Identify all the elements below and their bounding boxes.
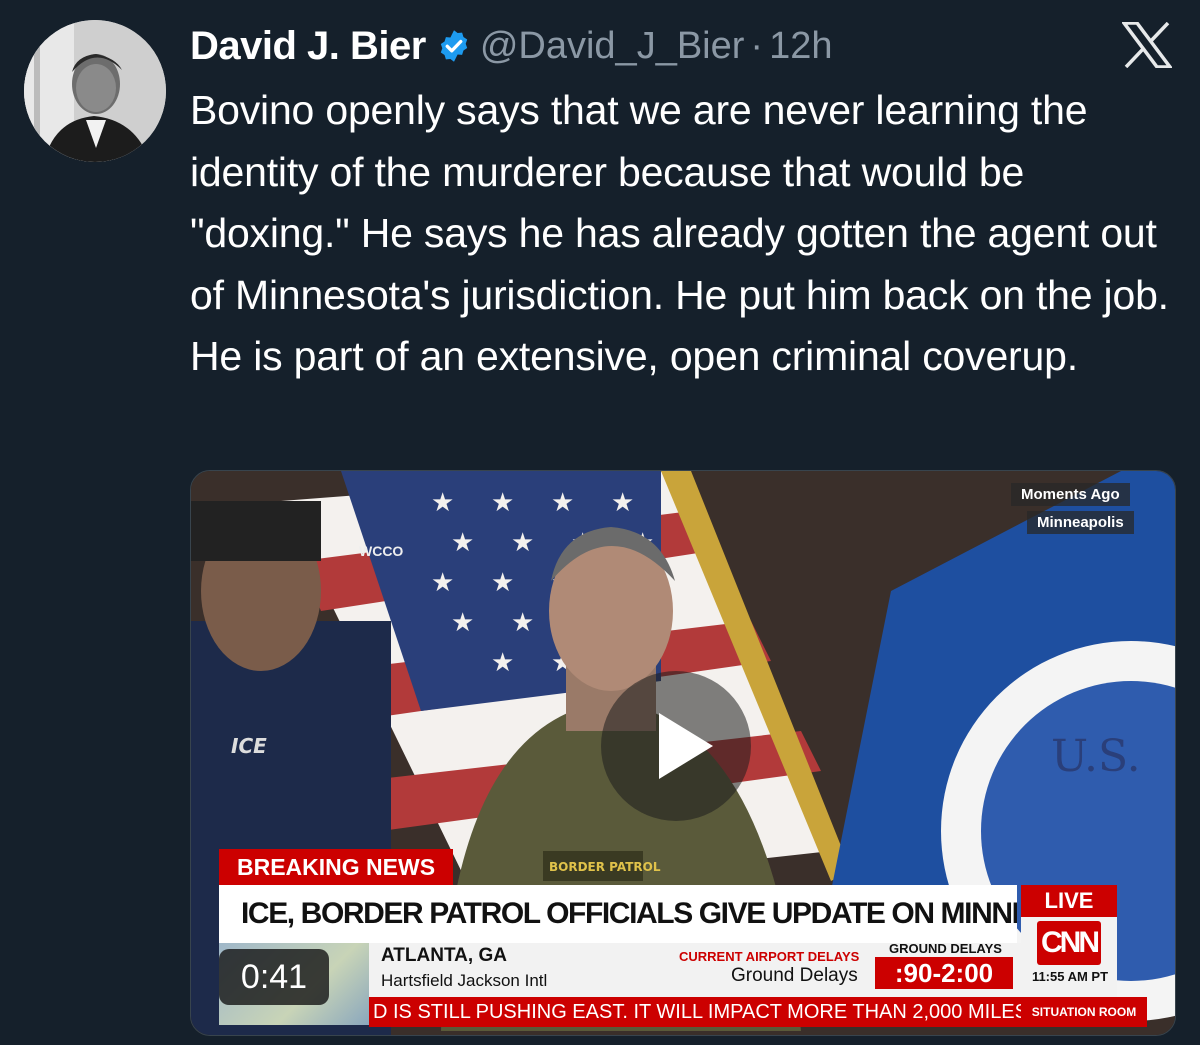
svg-text:★: ★ <box>551 488 574 518</box>
overlay-location: Minneapolis <box>1027 511 1134 534</box>
verified-badge-icon <box>440 30 468 62</box>
svg-text:★: ★ <box>611 488 634 518</box>
live-badge: LIVE <box>1021 885 1117 917</box>
video-player[interactable]: ★★★★ ★★★★ ★★★★ ★★★ ★★ U.S. ICE BORDER PA… <box>190 470 1176 1036</box>
svg-text:★: ★ <box>511 528 534 558</box>
tweet-text: Bovino openly says that we are never lea… <box>190 87 1169 379</box>
location-city: ATLANTA, GA <box>381 945 507 966</box>
station-bug: WCCO <box>359 543 404 559</box>
ground-delays-value: :90-2:00 <box>875 957 1013 989</box>
tweet-header: David J. Bier @David_J_Bier · 12h <box>190 18 832 74</box>
ice-patch-text: ICE <box>231 734 267 758</box>
svg-text:★: ★ <box>491 568 514 598</box>
svg-text:★: ★ <box>451 528 474 558</box>
tweet-timestamp[interactable]: 12h <box>769 25 832 68</box>
separator-dot: · <box>750 24 764 67</box>
svg-text:★: ★ <box>491 648 514 678</box>
author-avatar[interactable] <box>24 20 166 162</box>
author-handle[interactable]: @David_J_Bier <box>480 25 745 68</box>
program-name: SITUATION ROOM <box>1021 997 1147 1027</box>
svg-text:★: ★ <box>431 488 454 518</box>
uniform-tag-text: BORDER PATROL <box>549 860 661 874</box>
svg-text:★: ★ <box>451 608 474 638</box>
location-airport: Hartsfield Jackson Intl <box>381 971 548 990</box>
play-button[interactable] <box>601 671 751 821</box>
broadcast-clock: 11:55 AM PT <box>1031 969 1109 984</box>
overlay-moments-ago: Moments Ago <box>1011 483 1130 506</box>
cnn-logo: CNN <box>1037 921 1101 965</box>
news-ticker: D IS STILL PUSHING EAST. IT WILL IMPACT … <box>369 997 1025 1027</box>
chyron-headline: ICE, BORDER PATROL OFFICIALS GIVE UPDATE… <box>219 885 1017 943</box>
play-icon <box>659 713 713 779</box>
avatar-photo <box>24 20 166 162</box>
current-delays-value: Ground Delays <box>731 965 858 986</box>
video-duration: 0:41 <box>219 949 329 1005</box>
current-delays-label: CURRENT AIRPORT DELAYS <box>679 949 860 964</box>
svg-text:★: ★ <box>431 568 454 598</box>
svg-text:★: ★ <box>511 608 534 638</box>
x-logo-icon <box>1122 22 1172 68</box>
svg-text:★: ★ <box>491 488 514 518</box>
ground-delays-label: GROUND DELAYS <box>889 941 1002 956</box>
seal-text: U.S. <box>1051 731 1141 782</box>
breaking-news-banner: BREAKING NEWS <box>219 849 454 885</box>
author-name[interactable]: David J. Bier <box>190 24 426 69</box>
